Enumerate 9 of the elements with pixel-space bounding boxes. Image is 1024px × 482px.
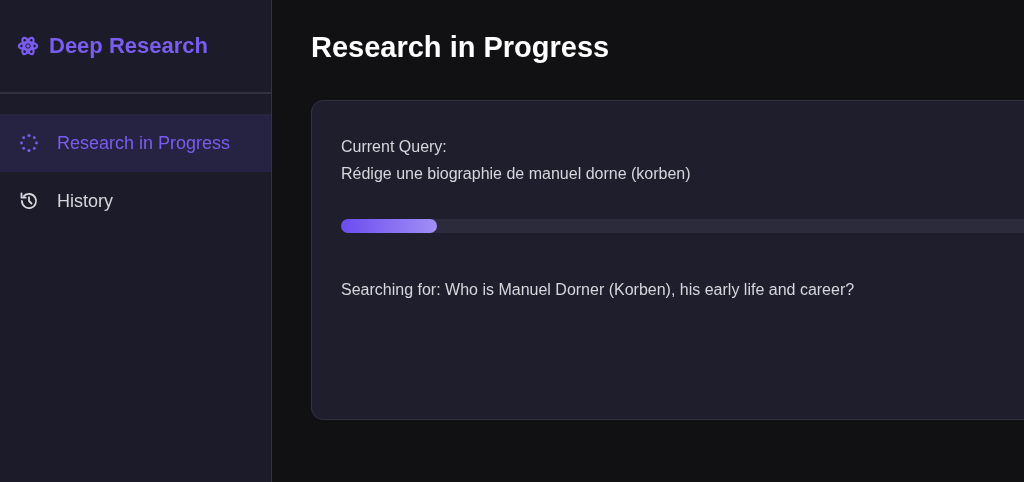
status-text: Searching for: Who is Manuel Dorner (Korben), his early life and career? — [341, 281, 856, 299]
loading-icon — [19, 133, 39, 153]
page-title: Research in Progress — [311, 30, 611, 64]
atom-icon — [17, 35, 39, 57]
query-label: Current Query: — [341, 137, 448, 157]
app-title: Deep Research — [49, 33, 208, 59]
history-icon — [19, 191, 39, 211]
query-text: Rédige une biographie de manuel dorne (korben) — [341, 164, 692, 184]
nav-item[interactable]: History — [0, 172, 271, 230]
